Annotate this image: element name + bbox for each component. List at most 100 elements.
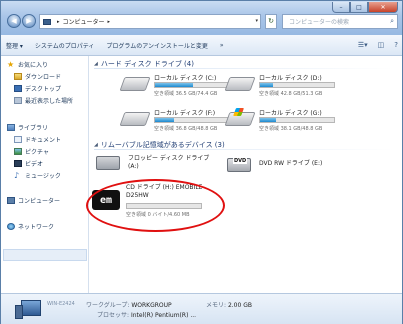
details-pane: WIN-E2424 ワークグループ: WORKGROUP メモリ: 2.00 G… xyxy=(1,293,402,324)
nav-label: ライブラリ xyxy=(18,125,49,132)
nav-label: コンピューター xyxy=(18,198,61,205)
emobile-logo-icon: em xyxy=(92,190,120,210)
drive-item[interactable]: ローカル ディスク (F:) 空き領域 36.8 GB/48.8 GB xyxy=(119,108,232,136)
nav-item-favorites[interactable]: ★ お気に入り xyxy=(7,60,48,69)
memory-label: メモリ: xyxy=(206,302,227,309)
drive-usage-bar xyxy=(259,117,335,123)
documents-icon xyxy=(14,136,22,143)
back-button[interactable]: ◀ xyxy=(7,14,21,28)
music-icon: ♪ xyxy=(14,170,20,180)
dvd-drive-icon xyxy=(227,158,251,172)
title-bar: – □ ✕ ◀ ▶ ▸ コンピューター ▸ ▾ ↻ コンピューターの検索 ⌕ xyxy=(1,1,402,35)
computer-icon xyxy=(7,197,15,204)
hard-drive-icon xyxy=(224,77,256,91)
nav-label: ビデオ xyxy=(25,161,44,168)
workgroup-label: ワークグループ: xyxy=(86,302,130,309)
nav-selection-highlight xyxy=(3,249,87,261)
drive-usage-bar xyxy=(154,82,230,88)
more-commands-button[interactable]: » xyxy=(220,42,224,49)
libraries-icon xyxy=(7,124,15,131)
group-header-removable[interactable]: ◢ リムーバブル記憶域があるデバイス (3) xyxy=(94,140,394,150)
drive-item[interactable]: ローカル ディスク (G:) 空き領域 38.1 GB/48.8 GB xyxy=(224,108,337,136)
group-divider xyxy=(94,149,394,150)
search-placeholder: コンピューターの検索 xyxy=(289,19,350,26)
content-pane: ◢ ハード ディスク ドライブ (4) ローカル ディスク (C:) 空き領域 … xyxy=(90,56,402,293)
drive-item[interactable]: ローカル ディスク (C:) 空き領域 36.5 GB/74.4 GB xyxy=(119,73,232,101)
nav-item-documents[interactable]: ドキュメント xyxy=(14,135,61,144)
nav-item-pictures[interactable]: ピクチャ xyxy=(14,147,49,156)
window-controls: – □ ✕ xyxy=(332,2,398,13)
close-button[interactable]: ✕ xyxy=(368,2,398,13)
drive-free: 空き領域 38.1 GB/48.8 GB xyxy=(259,126,323,132)
nav-item-network[interactable]: ネットワーク xyxy=(7,222,54,231)
floppy-drive-icon xyxy=(96,156,120,170)
drive-name: ローカル ディスク (D:) xyxy=(259,75,322,82)
nav-label: ミュージック xyxy=(25,173,61,180)
organize-button[interactable]: 整理 ▾ xyxy=(6,41,23,50)
drive-free: 空き領域 42.8 GB/51.3 GB xyxy=(259,91,323,97)
breadcrumb-arrow-icon[interactable]: ▸ xyxy=(57,19,60,25)
floppy-drive-label: フロッピー ディスク ドライブ (A:) xyxy=(128,155,209,171)
nav-item-libraries[interactable]: ライブラリ xyxy=(7,123,48,132)
windows-logo-icon xyxy=(233,108,245,116)
search-input[interactable]: コンピューターの検索 ⌕ xyxy=(282,14,398,29)
drive-usage-bar xyxy=(154,117,230,123)
view-options-icon[interactable]: ☰▾ xyxy=(358,41,368,49)
computer-name: WIN-E2424 xyxy=(47,301,75,307)
floppy-line1: フロッピー ディスク ドライブ xyxy=(128,155,210,162)
memory-row: メモリ: 2.00 GB xyxy=(206,300,252,309)
drive-name: ローカル ディスク (F:) xyxy=(154,110,216,117)
chevron-down-icon[interactable]: ▾ xyxy=(255,18,258,24)
breadcrumb-arrow-icon[interactable]: ▸ xyxy=(108,19,111,25)
floppy-drive-item[interactable]: フロッピー ディスク ドライブ (A:) xyxy=(96,154,236,176)
nav-item-videos[interactable]: ビデオ xyxy=(14,159,43,168)
drive-name: ローカル ディスク (C:) xyxy=(154,75,217,82)
help-icon[interactable]: ? xyxy=(394,41,398,49)
group-header-hdd[interactable]: ◢ ハード ディスク ドライブ (4) xyxy=(94,59,394,69)
drive-free: 空き領域 36.8 GB/48.8 GB xyxy=(154,126,218,132)
nav-item-downloads[interactable]: ダウンロード xyxy=(14,72,61,81)
nav-item-desktop[interactable]: デスクトップ xyxy=(14,84,61,93)
collapse-triangle-icon[interactable]: ◢ xyxy=(94,61,98,67)
nav-label: ピクチャ xyxy=(25,149,49,156)
nav-label: 最近表示した場所 xyxy=(25,98,74,105)
refresh-button[interactable]: ↻ xyxy=(265,14,277,29)
nav-label: ダウンロード xyxy=(25,74,62,81)
processor-label: プロセッサ: xyxy=(97,312,130,319)
address-bar[interactable]: ▸ コンピューター ▸ ▾ xyxy=(39,14,261,29)
nav-item-computer[interactable]: コンピューター xyxy=(7,196,60,205)
collapse-triangle-icon[interactable]: ◢ xyxy=(94,142,98,148)
memory-value: 2.00 GB xyxy=(227,302,252,309)
explorer-window: – □ ✕ ◀ ▶ ▸ コンピューター ▸ ▾ ↻ コンピューターの検索 ⌕ 整… xyxy=(0,0,403,324)
search-icon[interactable]: ⌕ xyxy=(390,17,394,26)
nav-label: デスクトップ xyxy=(25,86,62,93)
processor-value: Intel(R) Pentium(R) ... xyxy=(130,312,197,319)
navigation-pane: ★ お気に入り ダウンロード デスクトップ 最近表示した場所 ライブラリ ドキュ… xyxy=(1,56,89,293)
pictures-icon xyxy=(14,148,22,155)
windows-drive-icon xyxy=(224,108,256,126)
hard-drive-icon xyxy=(119,112,151,126)
group-divider xyxy=(94,68,394,69)
drive-item[interactable]: ローカル ディスク (D:) 空き領域 42.8 GB/51.3 GB xyxy=(224,73,337,101)
minimize-button[interactable]: – xyxy=(332,2,350,13)
nav-item-recent[interactable]: 最近表示した場所 xyxy=(14,96,73,105)
drive-name: ローカル ディスク (G:) xyxy=(259,110,322,117)
command-bar: 整理 ▾ システムのプロパティ プログラムのアンインストールと変更 » ☰▾ ◫… xyxy=(1,35,402,56)
drive-free: 空き領域 36.5 GB/74.4 GB xyxy=(154,91,218,97)
maximize-button[interactable]: □ xyxy=(350,2,368,13)
uninstall-button[interactable]: プログラムのアンインストールと変更 xyxy=(106,41,207,50)
preview-pane-icon[interactable]: ◫ xyxy=(378,41,385,49)
cd-drive-item[interactable]: em CD ドライブ (H:) EMOBILE D25HW 空き領域 0 バイト… xyxy=(92,181,222,218)
recent-places-icon xyxy=(14,97,22,104)
workgroup-row: ワークグループ: WORKGROUP xyxy=(86,300,172,309)
breadcrumb-computer[interactable]: コンピューター xyxy=(63,17,105,26)
usage-fill xyxy=(260,118,277,122)
forward-button[interactable]: ▶ xyxy=(22,14,36,28)
nav-label: ネットワーク xyxy=(18,224,55,231)
cd-drive-label: CD ドライブ (H:) EMOBILE D25HW xyxy=(126,184,202,200)
cd-line1: CD ドライブ (H:) EMOBILE xyxy=(126,184,203,191)
star-icon: ★ xyxy=(7,59,15,69)
nav-item-music[interactable]: ♪ ミュージック xyxy=(14,171,61,180)
dvd-drive-item[interactable]: DVD RW ドライブ (E:) xyxy=(227,156,367,178)
system-properties-button[interactable]: システムのプロパティ xyxy=(35,41,94,50)
